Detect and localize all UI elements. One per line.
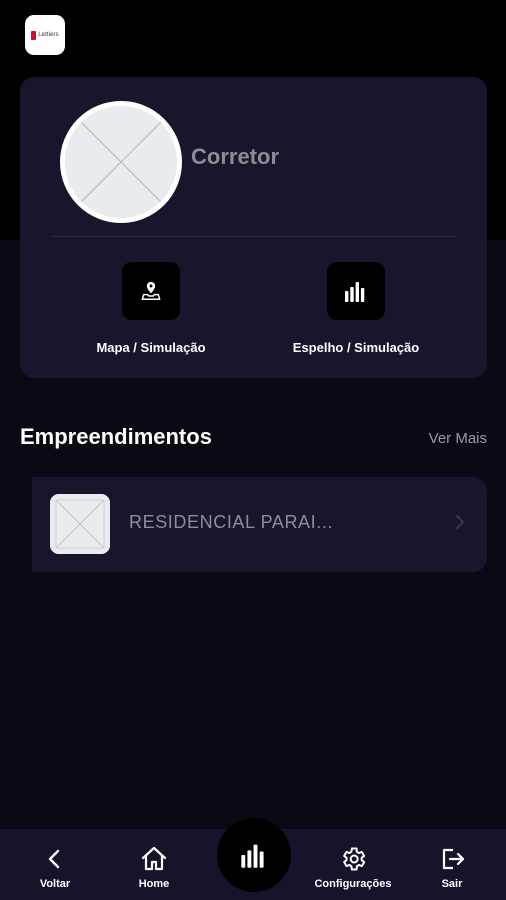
- nav-exit-label: Sair: [441, 878, 463, 890]
- center-chart-button[interactable]: [217, 818, 291, 892]
- nav-settings-label: Configurações: [314, 878, 392, 890]
- gear-icon: [339, 845, 367, 873]
- nav-settings-button[interactable]: Configurações: [303, 829, 403, 900]
- mirror-simulation-label: Espelho / Simulação: [292, 340, 420, 355]
- enterprise-list-item[interactable]: RESIDENCIAL PARAI...: [32, 477, 487, 572]
- image-placeholder-icon: [65, 106, 177, 218]
- app-logo: Lettiers: [25, 15, 65, 55]
- nav-back-label: Voltar: [39, 878, 71, 890]
- nav-home-button[interactable]: Home: [124, 829, 184, 900]
- map-simulation-button[interactable]: Mapa / Simulação: [61, 262, 241, 355]
- image-placeholder-icon: [50, 494, 110, 554]
- map-simulation-label: Mapa / Simulação: [96, 340, 206, 355]
- mirror-simulation-icon-box[interactable]: [327, 262, 385, 320]
- nav-back-button[interactable]: Voltar: [25, 829, 85, 900]
- enterprise-name: RESIDENCIAL PARAI...: [129, 512, 334, 532]
- divider: [52, 236, 457, 237]
- see-more-link[interactable]: Ver Mais: [429, 430, 487, 447]
- logo-mark-icon: [31, 30, 37, 40]
- mirror-simulation-button[interactable]: Espelho / Simulação: [266, 262, 446, 355]
- chevron-right-icon: [456, 515, 464, 529]
- profile-name: Corretor: [191, 144, 280, 169]
- avatar[interactable]: [60, 101, 182, 223]
- logo-text: Lettiers: [38, 32, 59, 38]
- map-pin-icon: [141, 281, 161, 300]
- bar-chart-icon: [345, 282, 365, 302]
- bar-chart-icon: [241, 844, 264, 868]
- chevron-left-icon: [41, 845, 69, 873]
- profile-card: Corretor Mapa / Simulação Espelho / Simu…: [20, 77, 487, 378]
- nav-exit-button[interactable]: Sair: [422, 829, 482, 900]
- section-title: Empreendimentos: [20, 424, 212, 449]
- map-simulation-icon-box[interactable]: [122, 262, 180, 320]
- logout-icon: [438, 845, 466, 873]
- enterprise-thumbnail: [50, 494, 110, 554]
- home-icon: [140, 845, 168, 873]
- nav-home-label: Home: [138, 878, 170, 890]
